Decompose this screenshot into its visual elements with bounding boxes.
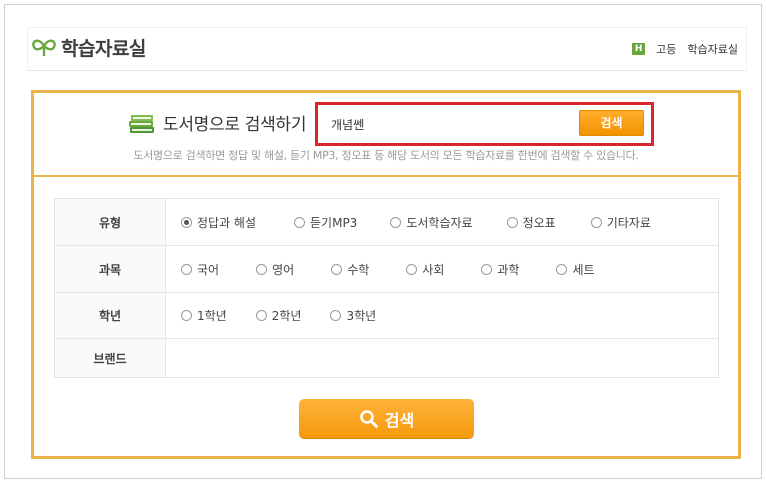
filter-row-subject: 과목 국어 영어 수학 사회 과학 세트 (55, 246, 718, 293)
option-english[interactable]: 영어 (256, 261, 294, 278)
option-label: 3학년 (346, 309, 377, 323)
option-korean[interactable]: 국어 (181, 261, 219, 278)
option-label: 국어 (197, 262, 220, 277)
book-search-input[interactable] (322, 109, 572, 139)
breadcrumb: H 고등 학습자료실 (632, 41, 738, 57)
radio-grade-3[interactable] (330, 310, 342, 321)
option-label: 정오표 (522, 215, 556, 230)
filter-label-grade: 학년 (55, 293, 166, 338)
book-search-button[interactable]: 검색 (579, 110, 644, 136)
book-search-box: 검색 (315, 102, 654, 146)
main-search-button[interactable]: 검색 (299, 399, 474, 438)
breadcrumb-item-resources[interactable]: 학습자료실 (687, 41, 738, 57)
option-label: 도서학습자료 (406, 215, 473, 230)
search-panel: 도서명으로 검색하기 검색 도서명으로 검색하면 정답 및 해설, 듣기 MP3… (31, 90, 741, 459)
option-math[interactable]: 수학 (331, 261, 369, 278)
option-label: 과학 (497, 262, 520, 277)
magnifier-icon (359, 409, 378, 428)
radio-science[interactable] (481, 263, 493, 275)
radio-grade-1[interactable] (181, 310, 192, 321)
option-label: 2학년 (271, 309, 302, 323)
filter-table: 유형 정답과 해설 듣기MP3 도서학습자료 정오표 기타자료 과목 국어 영어… (54, 198, 719, 378)
radio-math[interactable] (331, 263, 343, 275)
radio-errata[interactable] (506, 216, 518, 228)
option-science[interactable]: 과학 (481, 261, 519, 278)
filter-row-grade: 학년 1학년 2학년 3학년 (55, 293, 718, 339)
book-search-description: 도서명으로 검색하면 정답 및 해설, 듣기 MP3, 정오표 등 해당 도서의… (133, 149, 639, 162)
filter-label-brand: 브랜드 (55, 339, 166, 377)
option-grade-3[interactable]: 3학년 (330, 307, 376, 324)
option-answer-key[interactable]: 정답과 해설 (181, 214, 256, 231)
option-label: 기타자료 (606, 215, 651, 230)
breadcrumb-item-high[interactable]: 고등 (656, 41, 676, 57)
leaf-logo-icon (32, 39, 56, 56)
radio-grade-2[interactable] (255, 310, 267, 321)
option-label: 수학 (347, 262, 370, 277)
site-logo[interactable]: 학습자료실 (32, 34, 146, 61)
option-errata[interactable]: 정오표 (506, 214, 556, 231)
radio-other-materials[interactable] (590, 216, 602, 228)
site-header: 학습자료실 H 고등 학습자료실 (27, 27, 747, 71)
option-listening-mp3[interactable]: 듣기MP3 (294, 214, 357, 231)
option-book-materials[interactable]: 도서학습자료 (390, 214, 473, 231)
radio-book-materials[interactable] (390, 216, 402, 228)
filter-label-type: 유형 (55, 199, 166, 245)
radio-listening-mp3[interactable] (294, 216, 306, 228)
option-label: 정답과 해설 (197, 215, 257, 230)
filter-row-brand: 브랜드 (55, 339, 718, 377)
main-search-label: 검색 (384, 410, 415, 430)
option-label: 1학년 (197, 309, 227, 323)
book-search-title-text: 도서명으로 검색하기 (163, 115, 307, 135)
option-set[interactable]: 세트 (556, 261, 595, 278)
filter-label-subject: 과목 (55, 246, 166, 292)
radio-social[interactable] (406, 263, 418, 275)
option-social[interactable]: 사회 (406, 261, 444, 278)
radio-english[interactable] (256, 263, 268, 275)
filter-options-subject: 국어 영어 수학 사회 과학 세트 (181, 246, 595, 292)
book-search-title: 도서명으로 검색하기 (127, 110, 306, 135)
radio-korean[interactable] (181, 263, 192, 275)
filter-row-type: 유형 정답과 해설 듣기MP3 도서학습자료 정오표 기타자료 (55, 199, 718, 246)
high-school-badge: H (632, 43, 646, 55)
filter-options-type: 정답과 해설 듣기MP3 도서학습자료 정오표 기타자료 (181, 199, 651, 245)
option-label: 듣기MP3 (310, 215, 358, 230)
option-grade-2[interactable]: 2학년 (255, 307, 302, 324)
logo-text: 학습자료실 (61, 38, 146, 60)
option-label: 사회 (422, 262, 445, 277)
option-grade-1[interactable]: 1학년 (181, 307, 227, 324)
option-label: 영어 (272, 262, 295, 277)
page-frame: 학습자료실 H 고등 학습자료실 도서명으로 검색하기 개념쎈 검색 도서명으로… (4, 4, 762, 479)
books-icon (129, 114, 154, 133)
filter-options-grade: 1학년 2학년 3학년 (181, 293, 376, 338)
radio-answer-key[interactable] (181, 216, 192, 228)
radio-set[interactable] (556, 263, 568, 275)
option-label: 세트 (572, 262, 595, 277)
option-other-materials[interactable]: 기타자료 (590, 214, 651, 231)
book-search-area: 도서명으로 검색하기 검색 도서명으로 검색하면 정답 및 해설, 듣기 MP3… (34, 93, 738, 177)
